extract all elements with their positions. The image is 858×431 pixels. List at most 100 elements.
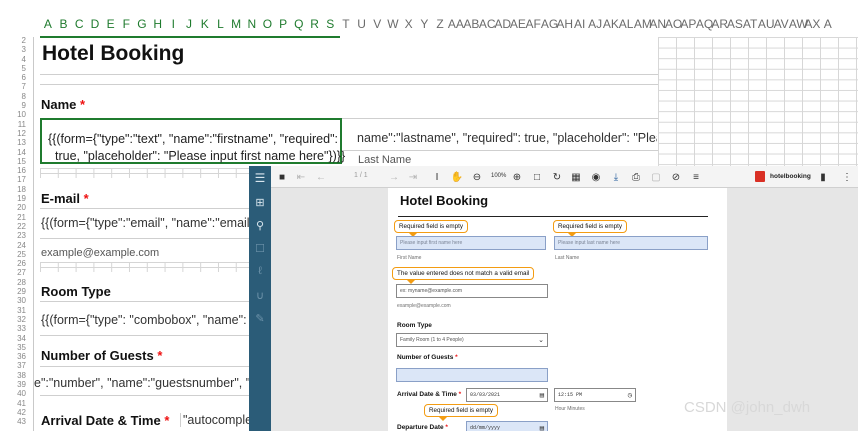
firstname-formula-cell[interactable]: {{(form={"type":"text", "name":"firstnam… (48, 131, 345, 165)
arrival-date-field[interactable]: 03/03/2021 ▤ (466, 388, 548, 402)
column-letter[interactable]: AX (804, 17, 820, 35)
email-label[interactable]: E-mail * (41, 191, 89, 206)
calendar-icon[interactable]: ▤ (540, 424, 544, 431)
zoom-level[interactable]: 100% (491, 173, 506, 179)
column-letter[interactable]: AQ (696, 17, 713, 35)
bookmark-icon[interactable]: ☐ (249, 238, 271, 258)
column-letter[interactable]: V (369, 17, 385, 35)
guests-field[interactable] (396, 368, 548, 382)
last-name-caption-cell[interactable]: Last Name (358, 154, 411, 166)
column-letter[interactable]: AN (649, 17, 666, 35)
column-letter[interactable]: AF (525, 17, 541, 35)
column-letter[interactable]: Y (417, 17, 433, 35)
clock-icon[interactable]: ◷ (628, 391, 632, 400)
last-page-icon[interactable]: ⇥ (407, 169, 419, 185)
column-letter[interactable]: AP (680, 17, 696, 35)
first-page-icon[interactable]: ⇤ (295, 169, 307, 185)
column-letter[interactable]: AL (618, 17, 634, 35)
column-letter[interactable]: J (181, 17, 197, 35)
column-letter[interactable]: AU (758, 17, 775, 35)
column-letter[interactable]: AV (773, 17, 789, 35)
hand-tool-icon[interactable]: ✋ (451, 169, 463, 185)
next-page-icon[interactable]: → (388, 169, 400, 185)
column-letter[interactable]: AA (448, 17, 464, 35)
column-letter[interactable]: AH (556, 17, 573, 35)
lastname-formula-cell[interactable]: name":"lastname", "required": true, "pla… (357, 131, 657, 145)
column-letter[interactable]: I (166, 17, 182, 35)
column-letter[interactable]: AM (634, 17, 652, 35)
first-name-field[interactable]: Please input first name here (396, 236, 546, 250)
column-letter[interactable]: AG (541, 17, 558, 35)
column-letter[interactable]: S (322, 17, 338, 35)
column-letter[interactable]: R (307, 17, 323, 35)
color-icon[interactable]: ◉ (590, 169, 602, 185)
column-letter[interactable]: A (40, 17, 56, 35)
search-icon[interactable]: ⚲ (249, 215, 271, 235)
download-icon[interactable]: ⤓ (610, 169, 622, 185)
column-letter[interactable]: AE (510, 17, 526, 35)
email-example-cell[interactable]: example@example.com (41, 247, 159, 259)
guests-label[interactable]: Number of Guests * (41, 348, 162, 363)
column-letter[interactable]: G (134, 17, 150, 35)
menu-icon[interactable]: ☰ (249, 168, 271, 188)
open-folder-icon[interactable]: ■ (275, 169, 289, 185)
text-select-icon[interactable]: I (431, 169, 443, 185)
arrival-label[interactable]: Arrival Date & Time * (41, 413, 169, 428)
room-type-select[interactable]: Family Room (1 to 4 People) ⌄ (396, 333, 548, 347)
column-letter[interactable]: H (150, 17, 166, 35)
column-letter[interactable]: N (244, 17, 260, 35)
pdf-viewer[interactable]: ☰ ⊞ ⚲ ☐ ℓ ∪ ✎ ■ ⇤ ← 1 / 1 → ⇥ I ✋ ⊖ 100%… (249, 166, 858, 431)
annotate-icon[interactable]: ▦ (570, 169, 582, 185)
rotate-icon[interactable]: ↻ (551, 169, 563, 185)
column-letter[interactable]: AC (479, 17, 496, 35)
zoom-in-icon[interactable]: ⊕ (511, 169, 523, 185)
column-letter[interactable]: B (56, 17, 72, 35)
column-letter[interactable]: A (820, 17, 836, 35)
thumbnails-icon[interactable]: ⊞ (249, 192, 271, 212)
bookmark-icon[interactable]: ▮ (817, 169, 829, 185)
column-letter[interactable]: AS (727, 17, 743, 35)
zoom-out-icon[interactable]: ⊖ (471, 169, 483, 185)
hide-icon[interactable]: ⊘ (670, 169, 682, 185)
more-icon[interactable]: ⋮ (841, 169, 853, 185)
column-letter[interactable]: O (260, 17, 276, 35)
column-letter[interactable]: X (401, 17, 417, 35)
previous-page-icon[interactable]: ← (315, 169, 327, 185)
print-icon[interactable]: ⎙ (630, 169, 642, 185)
fit-page-icon[interactable]: □ (531, 169, 543, 185)
column-letter[interactable]: AT (742, 17, 758, 35)
column-letter[interactable]: D (87, 17, 103, 35)
room-type-label[interactable]: Room Type (41, 284, 111, 299)
column-letter[interactable]: M (228, 17, 244, 35)
name-label[interactable]: Name * (41, 97, 85, 112)
email-field[interactable]: ex: myname@example.com (396, 284, 548, 298)
column-letter[interactable]: U (354, 17, 370, 35)
column-letter[interactable]: AO (665, 17, 682, 35)
column-letter[interactable]: C (71, 17, 87, 35)
attachment-icon[interactable]: ℓ (249, 261, 271, 281)
save-icon[interactable]: ▢ (650, 169, 662, 185)
layers-icon[interactable]: ∪ (249, 285, 271, 305)
arrival-time-field[interactable]: 12:15 PM ◷ (554, 388, 636, 402)
column-letter[interactable]: P (275, 17, 291, 35)
column-letter[interactable]: L (213, 17, 229, 35)
room-type-formula-cell[interactable]: {{(form={"type": "combobox", "name": " (41, 313, 249, 327)
column-letter[interactable]: AD (494, 17, 511, 35)
form-icon[interactable]: ≡ (690, 169, 702, 185)
signature-icon[interactable]: ✎ (249, 308, 271, 328)
column-letter[interactable]: AW (789, 17, 808, 35)
row-number[interactable]: 43 (0, 418, 26, 427)
column-letter[interactable]: AK (603, 17, 619, 35)
arrival-formula-cell[interactable]: "autocomplet (180, 413, 249, 427)
column-letter[interactable]: AB (463, 17, 479, 35)
departure-date-field[interactable]: dd/mm/yyyy ▤ (466, 421, 548, 431)
column-letter[interactable]: W (385, 17, 401, 35)
column-letter[interactable]: Z (432, 17, 448, 35)
column-letter[interactable]: F (118, 17, 134, 35)
column-letter[interactable]: T (338, 17, 354, 35)
column-letter[interactable]: E (103, 17, 119, 35)
column-letter[interactable]: Q (291, 17, 307, 35)
column-letter[interactable]: AI (572, 17, 588, 35)
last-name-field[interactable]: Please input last name here (554, 236, 708, 250)
calendar-icon[interactable]: ▤ (540, 391, 544, 400)
